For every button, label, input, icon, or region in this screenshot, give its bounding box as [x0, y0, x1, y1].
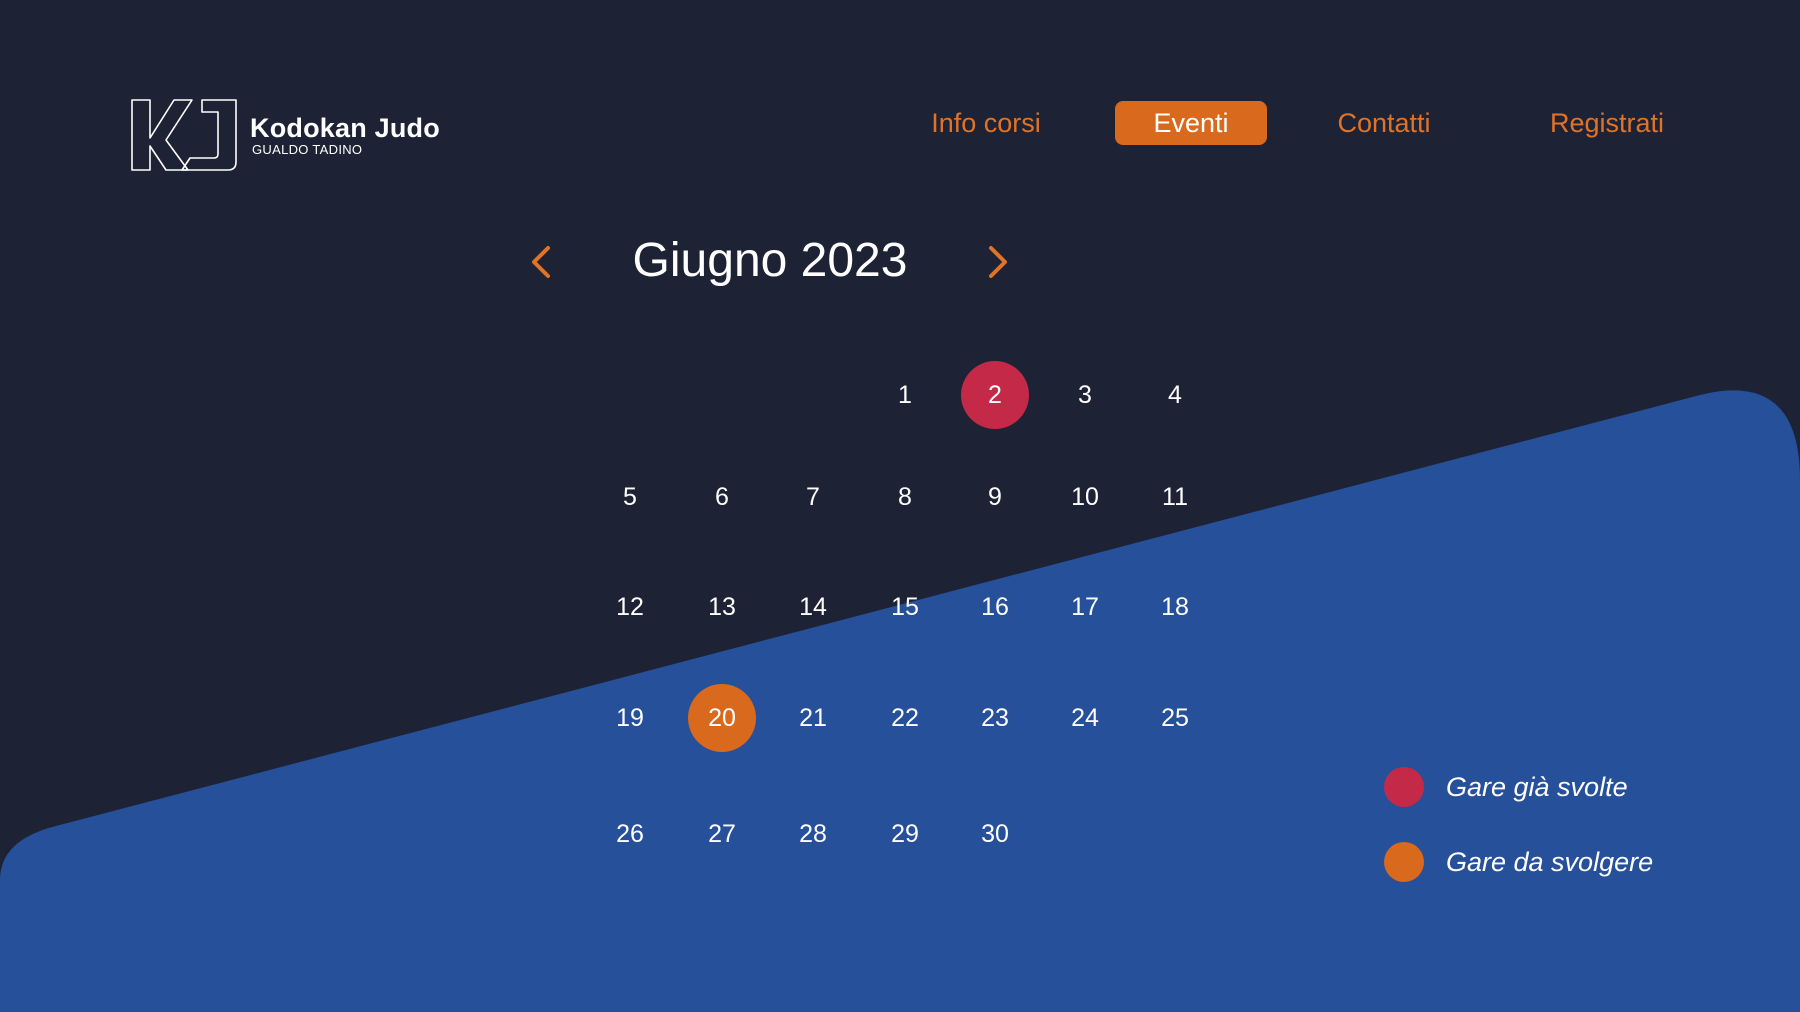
calendar-day[interactable]: 1 [871, 361, 939, 429]
legend-upcoming-dot [1384, 842, 1424, 882]
calendar-day[interactable]: 18 [1141, 573, 1209, 641]
calendar-day[interactable]: 27 [688, 800, 756, 868]
calendar-day[interactable]: 28 [779, 800, 847, 868]
legend-upcoming: Gare da svolgere [1384, 842, 1653, 882]
nav-item-info-corsi[interactable]: Info corsi [912, 101, 1060, 145]
next-month-button[interactable] [975, 240, 1019, 284]
calendar-day[interactable]: 13 [688, 573, 756, 641]
calendar-day[interactable]: 26 [596, 800, 664, 868]
brand-subtitle: GUALDO TADINO [252, 142, 363, 157]
chevron-left-icon [532, 246, 550, 278]
month-title: Giugno 2023 [632, 234, 908, 287]
calendar-day[interactable]: 8 [871, 463, 939, 531]
calendar-day[interactable]: 20 [688, 684, 756, 752]
brand-logo[interactable]: Kodokan Judo GUALDO TADINO [130, 98, 440, 172]
calendar-day[interactable]: 21 [779, 684, 847, 752]
nav-item-eventi[interactable]: Eventi [1115, 101, 1267, 145]
legend-done-label: Gare già svolte [1446, 771, 1628, 802]
calendar-day[interactable]: 12 [596, 573, 664, 641]
calendar-day[interactable]: 30 [961, 800, 1029, 868]
brand-title: Kodokan Judo [250, 113, 440, 143]
calendar-day[interactable]: 10 [1051, 463, 1119, 531]
calendar-day[interactable]: 5 [596, 463, 664, 531]
calendar-day[interactable]: 14 [779, 573, 847, 641]
calendar-day[interactable]: 22 [871, 684, 939, 752]
chevron-right-icon [989, 246, 1007, 278]
calendar-day[interactable]: 24 [1051, 684, 1119, 752]
calendar-day[interactable]: 23 [961, 684, 1029, 752]
calendar-day[interactable]: 16 [961, 573, 1029, 641]
legend-upcoming-label: Gare da svolgere [1446, 846, 1654, 877]
calendar-day[interactable]: 6 [688, 463, 756, 531]
calendar-day[interactable]: 25 [1141, 684, 1209, 752]
calendar-day[interactable]: 4 [1141, 361, 1209, 429]
legend-done: Gare già svolte [1384, 767, 1628, 807]
calendar-day[interactable]: 29 [871, 800, 939, 868]
nav-item-registrati[interactable]: Registrati [1538, 101, 1676, 145]
calendar-day[interactable]: 2 [961, 361, 1029, 429]
brand-text: Kodokan Judo GUALDO TADINO [250, 113, 440, 157]
calendar-day[interactable]: 7 [779, 463, 847, 531]
calendar-day[interactable]: 9 [961, 463, 1029, 531]
legend-done-dot [1384, 767, 1424, 807]
nav-item-contatti[interactable]: Contatti [1320, 101, 1448, 145]
calendar-day[interactable]: 11 [1141, 463, 1209, 531]
prev-month-button[interactable] [520, 240, 564, 284]
calendar-day[interactable]: 15 [871, 573, 939, 641]
calendar-day[interactable]: 17 [1051, 573, 1119, 641]
calendar-day[interactable]: 3 [1051, 361, 1119, 429]
calendar-day[interactable]: 19 [596, 684, 664, 752]
kj-logo-icon [131, 99, 237, 171]
